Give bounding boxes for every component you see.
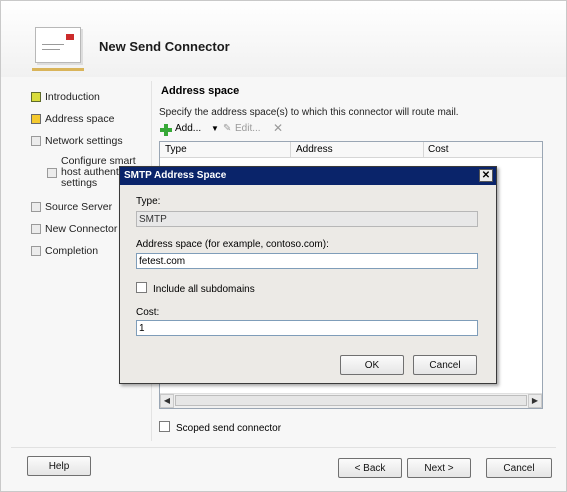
- footer-divider: [11, 447, 556, 448]
- ok-button[interactable]: OK: [340, 355, 404, 375]
- scroll-thumb[interactable]: [175, 395, 527, 406]
- edit-icon: ✎: [223, 123, 232, 134]
- step-pending-icon: [31, 202, 41, 212]
- add-icon[interactable]: [159, 123, 172, 136]
- help-button[interactable]: Help: [27, 456, 91, 476]
- step-pending-icon: [31, 246, 41, 256]
- scoped-send-connector-option[interactable]: Scoped send connector: [159, 421, 281, 434]
- wizard-window: New Send Connector Introduction Address …: [0, 0, 567, 492]
- close-icon[interactable]: ✕: [479, 169, 493, 182]
- smtp-address-space-dialog: SMTP Address Space ✕ Type: SMTP Address …: [119, 166, 497, 384]
- cost-label: Cost:: [136, 307, 160, 318]
- delete-icon[interactable]: ✕: [273, 121, 283, 135]
- column-type[interactable]: Type: [165, 144, 187, 155]
- step-current-icon: [31, 114, 41, 124]
- step-pending-icon: [47, 168, 57, 178]
- section-title: Address space: [161, 85, 240, 97]
- cost-input[interactable]: 1: [136, 320, 478, 336]
- add-button[interactable]: Add...: [175, 123, 201, 134]
- add-dropdown-icon[interactable]: ▼: [211, 124, 219, 133]
- address-space-input[interactable]: fetest.com: [136, 253, 478, 269]
- dialog-title: SMTP Address Space: [120, 167, 496, 185]
- wizard-header: New Send Connector: [1, 1, 566, 77]
- edit-button[interactable]: Edit...: [235, 123, 261, 134]
- connector-icon: [32, 27, 84, 71]
- horizontal-scrollbar[interactable]: ◀ ▶: [160, 393, 542, 408]
- type-label: Type:: [136, 196, 161, 207]
- section-description: Specify the address space(s) to which th…: [159, 107, 459, 118]
- back-button[interactable]: < Back: [338, 458, 402, 478]
- list-header: Type Address Cost: [160, 142, 542, 158]
- next-button[interactable]: Next >: [407, 458, 471, 478]
- column-address[interactable]: Address: [296, 144, 333, 155]
- scroll-left-icon[interactable]: ◀: [160, 394, 174, 408]
- include-subdomains-option[interactable]: Include all subdomains: [136, 282, 255, 295]
- cancel-button[interactable]: Cancel: [486, 458, 552, 478]
- step-pending-icon: [31, 136, 41, 146]
- include-subdomains-checkbox[interactable]: [136, 282, 147, 293]
- dialog-cancel-button[interactable]: Cancel: [413, 355, 477, 375]
- scroll-right-icon[interactable]: ▶: [528, 394, 542, 408]
- step-pending-icon: [31, 224, 41, 234]
- type-field: SMTP: [136, 211, 478, 227]
- scoped-checkbox[interactable]: [159, 421, 170, 432]
- page-title: New Send Connector: [99, 39, 230, 54]
- column-cost[interactable]: Cost: [428, 144, 449, 155]
- step-complete-icon: [31, 92, 41, 102]
- address-space-label: Address space (for example, contoso.com)…: [136, 239, 329, 250]
